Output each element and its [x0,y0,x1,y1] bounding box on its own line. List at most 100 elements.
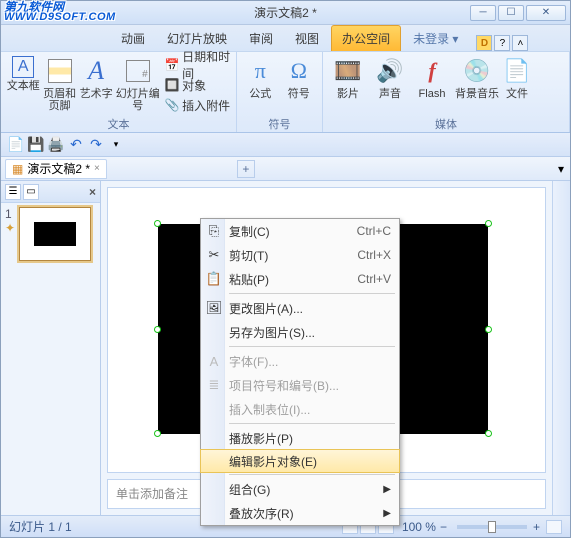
login-menu[interactable]: 未登录 ▾ [403,26,468,51]
slide-number-icon: # [123,56,153,86]
flash-icon: f [417,56,447,86]
group-label-symbol: 符号 [241,116,318,132]
resize-handle[interactable] [485,430,492,437]
ctx-font: A字体(F)... [201,349,399,373]
file-icon: 📄 [502,56,532,86]
movie-button[interactable]: 🎞️影片 [327,54,369,100]
animation-indicator-icon: ✦ [5,221,15,235]
document-tab-label: 演示文稿2 * [27,160,90,177]
tab-close-icon[interactable]: × [94,163,100,174]
zoom-slider[interactable] [457,525,527,529]
zoom-in-icon[interactable]: + [533,520,540,534]
vertical-scrollbar[interactable] [552,181,570,515]
slide-counter: 幻灯片 1 / 1 [9,518,72,535]
ctx-copy[interactable]: ⎘复制(C)Ctrl+C [201,219,399,243]
new-icon[interactable]: 📄 [7,136,25,154]
omega-icon: Ω [284,56,314,86]
object-button[interactable]: 🔲对象 [165,76,232,94]
tabs-menu-icon[interactable]: ▾ [558,162,564,176]
font-icon: A [206,353,222,369]
clipboard-icon: 📋 [206,271,222,287]
flash-button[interactable]: fFlash [411,54,453,100]
symbol-button[interactable]: Ω符号 [280,54,319,100]
app-icon-d[interactable]: D [476,35,492,51]
zoom-label: 100 % [402,520,436,534]
submenu-arrow-icon: ▶ [383,484,391,495]
copy-icon: ⎘ [206,223,222,239]
tab-animation[interactable]: 动画 [111,26,155,51]
maximize-button[interactable]: ☐ [498,5,524,21]
tab-review[interactable]: 审阅 [239,26,283,51]
document-tabs: ▦ 演示文稿2 * × + ▾ [1,157,570,181]
resize-handle[interactable] [154,430,161,437]
formula-button[interactable]: π公式 [241,54,280,100]
tab-view[interactable]: 视图 [285,26,329,51]
speaker-icon: 🔊 [375,56,405,86]
insert-attachment-button[interactable]: 📎插入附件 [165,96,232,114]
music-disc-icon: 💿 [462,56,492,86]
resize-handle[interactable] [485,326,492,333]
thumb-number: 1 [5,207,12,221]
group-label-text: 文本 [5,116,232,132]
ctx-paste[interactable]: 📋粘贴(P)Ctrl+V [201,267,399,291]
textbox-button[interactable]: A文本框 [5,54,41,92]
watermark-logo: 第九软件网 WWW.D9SOFT.COM [4,2,116,23]
textbox-icon: A [12,56,34,78]
save-icon[interactable]: 💾 [27,136,45,154]
slide-panel: ☰ ▭ × 1✦ [1,181,101,515]
scissors-icon: ✂ [206,247,222,263]
resize-handle[interactable] [154,220,161,227]
header-footer-icon [45,56,75,86]
help-icon[interactable]: ? [494,35,510,51]
calendar-icon: 📅 [165,58,179,72]
ctx-bullets: ≣项目符号和编号(B)... [201,373,399,397]
ctx-change-picture[interactable]: 🖼更改图片(A)... [201,296,399,320]
presentation-icon: ▦ [12,162,23,176]
bg-music-button[interactable]: 💿背景音乐 [453,54,501,100]
add-tab-button[interactable]: + [237,160,255,178]
ctx-group[interactable]: 组合(G)▶ [201,477,399,501]
header-footer-button[interactable]: 页眉和页脚 [41,54,77,112]
tab-office-space[interactable]: 办公空间 [331,25,401,51]
outline-view-icon[interactable]: ☰ [5,184,21,200]
close-button[interactable]: ✕ [526,5,566,21]
qat-dropdown-icon[interactable]: ▾ [107,136,125,154]
file-button[interactable]: 📄文件 [501,54,533,100]
slide-thumbnail[interactable] [19,207,91,261]
ribbon: A文本框 页眉和页脚 A艺术字 #幻灯片编号 📅日期和时间 🔲对象 📎插入附件 … [1,51,570,133]
ctx-edit-movie-object[interactable]: 编辑影片对象(E) [200,449,400,473]
ctx-order[interactable]: 叠放次序(R)▶ [201,501,399,525]
window-title: 演示文稿2 * [254,4,317,21]
zoom-out-icon[interactable]: − [440,520,447,534]
minimize-button[interactable]: ─ [470,5,496,21]
ribbon-tabs: 动画 幻灯片放映 审阅 视图 办公空间 未登录 ▾ D ? ˄ [1,25,570,51]
resize-handle[interactable] [485,220,492,227]
ctx-play-movie[interactable]: 播放影片(P) [201,426,399,450]
slide-number-button[interactable]: #幻灯片编号 [114,54,161,112]
quick-access-toolbar: 📄 💾 🖨️ ↶ ↷ ▾ [1,133,570,157]
document-tab[interactable]: ▦ 演示文稿2 * × [5,159,107,179]
movie-icon: 🎞️ [333,56,363,86]
slide-view-icon[interactable]: ▭ [23,184,39,200]
ctx-tab-stop: 插入制表位(I)... [201,397,399,421]
wordart-icon: A [81,56,111,86]
wordart-button[interactable]: A艺术字 [78,54,114,100]
print-icon[interactable]: 🖨️ [47,136,65,154]
fit-view-icon[interactable] [546,520,562,534]
date-time-button[interactable]: 📅日期和时间 [165,56,232,74]
ctx-cut[interactable]: ✂剪切(T)Ctrl+X [201,243,399,267]
undo-icon[interactable]: ↶ [67,136,85,154]
bullets-icon: ≣ [206,377,222,393]
resize-handle[interactable] [154,326,161,333]
picture-icon: 🖼 [206,300,222,316]
redo-icon[interactable]: ↷ [87,136,105,154]
group-label-media: 媒体 [327,116,565,132]
sound-button[interactable]: 🔊声音 [369,54,411,100]
context-menu: ⎘复制(C)Ctrl+C ✂剪切(T)Ctrl+X 📋粘贴(P)Ctrl+V 🖼… [200,218,400,526]
ctx-save-as-picture[interactable]: 另存为图片(S)... [201,320,399,344]
object-icon: 🔲 [165,78,179,92]
attachment-icon: 📎 [165,98,179,112]
pi-icon: π [245,56,275,86]
panel-close-icon[interactable]: × [89,185,96,199]
ribbon-collapse-icon[interactable]: ˄ [512,35,528,51]
